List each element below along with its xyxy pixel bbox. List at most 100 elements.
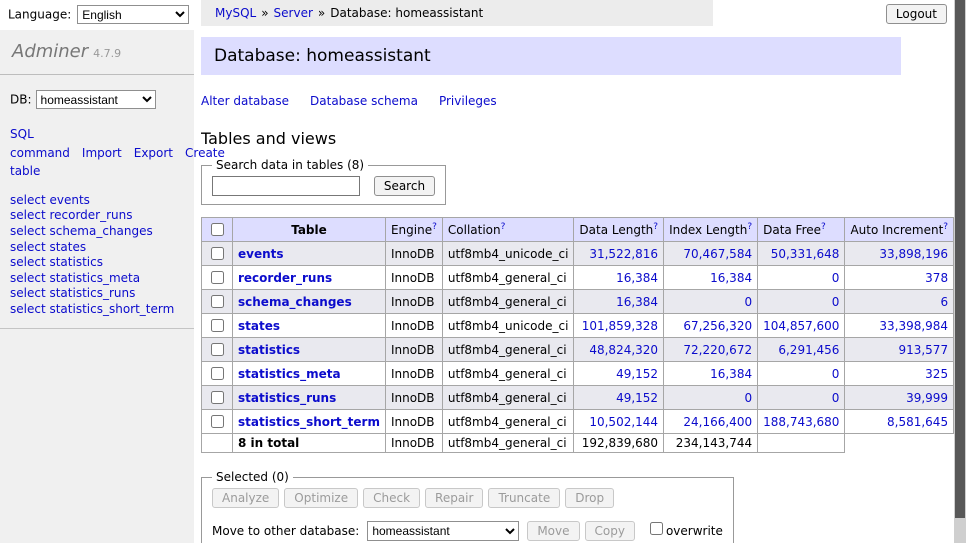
selected-action-button[interactable]: Optimize: [284, 488, 358, 508]
sidebar-table-item: select statistics_runs: [10, 286, 184, 302]
breadcrumb-server-link[interactable]: Server: [274, 6, 313, 20]
table-name-link[interactable]: statistics_short_term: [238, 415, 380, 429]
sidebar-action-link[interactable]: SQL command: [10, 127, 70, 160]
table-name-link[interactable]: statistics_meta: [238, 367, 341, 381]
overwrite-label: overwrite: [666, 524, 723, 538]
row-check-cell: [202, 362, 233, 386]
sidebar-table-item: select events: [10, 193, 184, 209]
table-name-cell: schema_changes: [233, 290, 386, 314]
table-name-cell: events: [233, 242, 386, 266]
table-name-cell: statistics_short_term: [233, 410, 386, 434]
row-checkbox[interactable]: [211, 271, 224, 284]
db-select[interactable]: homeassistant: [36, 90, 156, 109]
sidebar-table-link[interactable]: select recorder_runs: [10, 208, 133, 222]
overwrite-wrap: overwrite: [646, 524, 723, 538]
data-free-cell: 50,331,648: [758, 242, 845, 266]
sidebar-table-item: select statistics_short_term: [10, 302, 184, 318]
table-name-link[interactable]: recorder_runs: [238, 271, 332, 285]
index-length-cell: 24,166,400: [664, 410, 758, 434]
total-label-cell: 8 in total: [233, 434, 386, 453]
help-link[interactable]: ?: [747, 222, 752, 232]
help-link[interactable]: ?: [501, 222, 506, 232]
help-link[interactable]: ?: [943, 222, 948, 232]
row-checkbox[interactable]: [211, 367, 224, 380]
data-free-cell: 0: [758, 362, 845, 386]
sidebar-table-link[interactable]: select statistics_runs: [10, 286, 135, 300]
row-checkbox[interactable]: [211, 319, 224, 332]
sidebar-action-link[interactable]: Export: [134, 146, 173, 160]
database-nav-links: Alter database Database schema Privileges: [201, 94, 954, 108]
index-length-cell: 67,256,320: [664, 314, 758, 338]
auto-increment-cell: 378: [845, 266, 954, 290]
tables-table-body: events InnoDB utf8mb4_unicode_ci 31,522,…: [202, 242, 955, 453]
row-checkbox[interactable]: [211, 247, 224, 260]
row-checkbox[interactable]: [211, 343, 224, 356]
vertical-scrollbar[interactable]: [954, 0, 966, 543]
row-checkbox[interactable]: [211, 295, 224, 308]
data-length-cell: 16,384: [574, 266, 664, 290]
data-length-cell: 49,152: [574, 362, 664, 386]
sidebar-table-link[interactable]: select events: [10, 193, 90, 207]
move-label: Move to other database:: [212, 524, 359, 538]
sidebar-table-link[interactable]: select statistics_short_term: [10, 302, 174, 316]
table-name-link[interactable]: schema_changes: [238, 295, 352, 309]
sidebar-table-link[interactable]: select states: [10, 240, 86, 254]
select-all-checkbox[interactable]: [211, 223, 224, 236]
table-row: recorder_runs InnoDB utf8mb4_general_ci …: [202, 266, 955, 290]
main-content: MySQL»Server»Database: homeassistant Dat…: [201, 0, 954, 543]
table-name-link[interactable]: events: [238, 247, 284, 261]
breadcrumb: MySQL»Server»Database: homeassistant: [201, 0, 713, 26]
search-input[interactable]: [212, 176, 360, 196]
tables-heading: Tables and views: [201, 129, 954, 148]
collation-cell: utf8mb4_general_ci: [442, 386, 574, 410]
app-name-link[interactable]: Adminer: [12, 41, 88, 62]
breadcrumb-mysql-link[interactable]: MySQL: [215, 6, 256, 20]
data-free-cell: 0: [758, 386, 845, 410]
app-version: 4.7.9: [93, 47, 121, 60]
sidebar-table-link[interactable]: select schema_changes: [10, 224, 153, 238]
sidebar-table-link[interactable]: select statistics: [10, 255, 103, 269]
data-free-cell: 0: [758, 290, 845, 314]
move-database-select[interactable]: homeassistant: [367, 521, 519, 541]
search-button[interactable]: Search: [374, 176, 435, 196]
selected-action-button[interactable]: Truncate: [488, 488, 560, 508]
auto-increment-cell: 33,898,196: [845, 242, 954, 266]
table-name-link[interactable]: states: [238, 319, 280, 333]
row-checkbox[interactable]: [211, 415, 224, 428]
table-row: schema_changes InnoDB utf8mb4_general_ci…: [202, 290, 955, 314]
database-nav-link[interactable]: Database schema: [310, 94, 418, 108]
engine-cell: InnoDB: [385, 266, 442, 290]
database-nav-link[interactable]: Alter database: [201, 94, 289, 108]
header-row: Table Engine? Collation? Data Length? In…: [202, 218, 955, 242]
header-data-free: Data Free?: [758, 218, 845, 242]
sidebar-table-link[interactable]: select statistics_meta: [10, 271, 140, 285]
table-name-link[interactable]: statistics_runs: [238, 391, 336, 405]
table-row: statistics_short_term InnoDB utf8mb4_gen…: [202, 410, 955, 434]
help-link[interactable]: ?: [653, 222, 658, 232]
table-row: states InnoDB utf8mb4_unicode_ci 101,859…: [202, 314, 955, 338]
language-label: Language:: [8, 8, 71, 22]
help-link[interactable]: ?: [432, 222, 437, 232]
language-select[interactable]: English: [77, 5, 189, 24]
row-check-cell: [202, 386, 233, 410]
search-legend: Search data in tables (8): [212, 158, 368, 172]
selected-action-button[interactable]: Analyze: [212, 488, 279, 508]
copy-button[interactable]: Copy: [585, 521, 635, 541]
help-link[interactable]: ?: [821, 222, 826, 232]
total-collation-cell: utf8mb4_general_ci: [442, 434, 574, 453]
table-name-link[interactable]: statistics: [238, 343, 300, 357]
overwrite-checkbox[interactable]: [650, 522, 663, 535]
move-button[interactable]: Move: [527, 521, 579, 541]
selected-action-button[interactable]: Check: [363, 488, 420, 508]
selected-action-button[interactable]: Drop: [565, 488, 614, 508]
selected-action-button[interactable]: Repair: [425, 488, 483, 508]
total-engine-cell: InnoDB: [385, 434, 442, 453]
sidebar-action-link[interactable]: Import: [82, 146, 122, 160]
row-checkbox[interactable]: [211, 391, 224, 404]
scrollbar-thumb[interactable]: [955, 0, 965, 518]
sidebar-actions: SQL commandImportExportCreate table: [0, 109, 194, 181]
sidebar-table-item: select recorder_runs: [10, 208, 184, 224]
collation-cell: utf8mb4_general_ci: [442, 410, 574, 434]
database-nav-link[interactable]: Privileges: [439, 94, 497, 108]
row-check-cell: [202, 266, 233, 290]
